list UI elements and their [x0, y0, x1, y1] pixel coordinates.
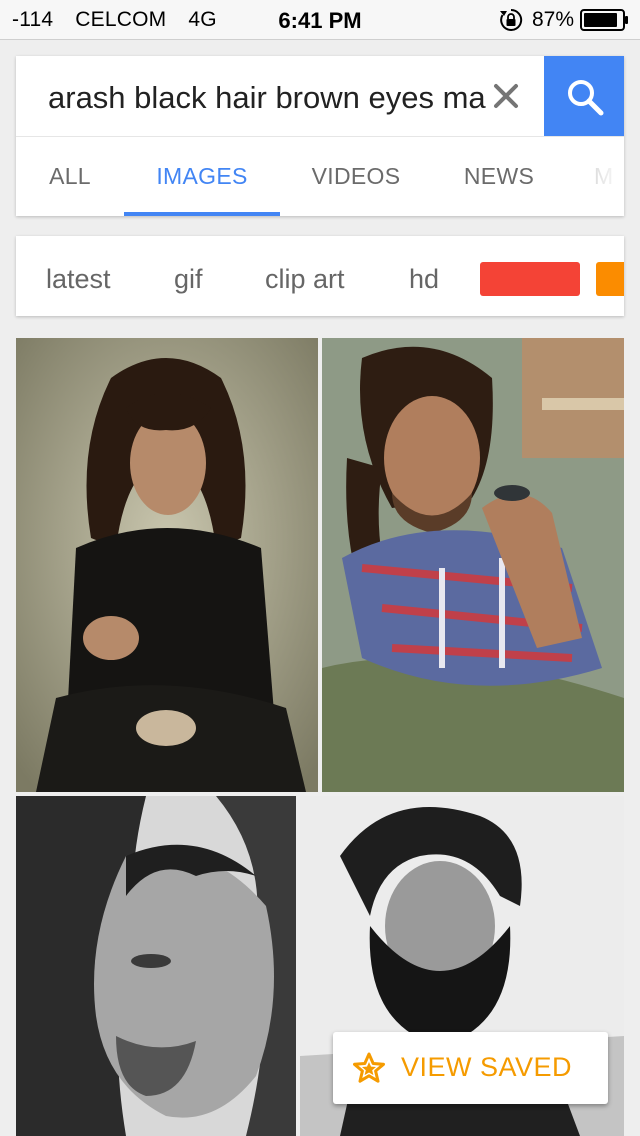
- tab-news[interactable]: NEWS: [432, 137, 566, 216]
- tab-videos[interactable]: VIDEOS: [280, 137, 432, 216]
- image-result-2-picture: [322, 338, 624, 792]
- filter-chips-bar: latest gif clip art hd: [16, 236, 624, 316]
- color-chip-red[interactable]: [480, 262, 580, 296]
- tab-all[interactable]: ALL: [16, 137, 124, 216]
- image-result-2[interactable]: [322, 338, 624, 792]
- image-result-3[interactable]: [16, 796, 296, 1136]
- search-card: ALL IMAGES VIDEOS NEWS M: [16, 56, 624, 216]
- search-tabs: ALL IMAGES VIDEOS NEWS M: [16, 137, 624, 216]
- view-saved-button[interactable]: VIEW SAVED: [333, 1032, 608, 1104]
- close-icon[interactable]: [492, 82, 520, 110]
- star-icon: [353, 1052, 385, 1083]
- status-right: 87%: [498, 7, 630, 33]
- search-icon: [568, 80, 604, 116]
- tabs-fade: [574, 137, 624, 216]
- tab-images[interactable]: IMAGES: [124, 137, 280, 216]
- image-result-3-picture: [16, 796, 296, 1136]
- view-saved-label: VIEW SAVED: [401, 1052, 573, 1082]
- status-bar: -114 CELCOM 4G 6:41 PM 87%: [0, 0, 640, 40]
- chip-gif[interactable]: gif: [174, 264, 203, 295]
- image-result-1-picture: [16, 338, 318, 792]
- search-input[interactable]: [48, 78, 488, 118]
- search-button[interactable]: [544, 56, 624, 136]
- battery-icon: [580, 9, 628, 31]
- chip-hd[interactable]: hd: [409, 264, 439, 295]
- image-result-1[interactable]: [16, 338, 318, 792]
- chip-latest[interactable]: latest: [46, 264, 111, 295]
- active-tab-indicator: [124, 212, 280, 216]
- battery-percent: 87%: [531, 8, 574, 31]
- color-chip-orange[interactable]: [596, 262, 624, 296]
- chip-clip-art[interactable]: clip art: [265, 264, 345, 295]
- rotation-lock-icon: [499, 8, 523, 31]
